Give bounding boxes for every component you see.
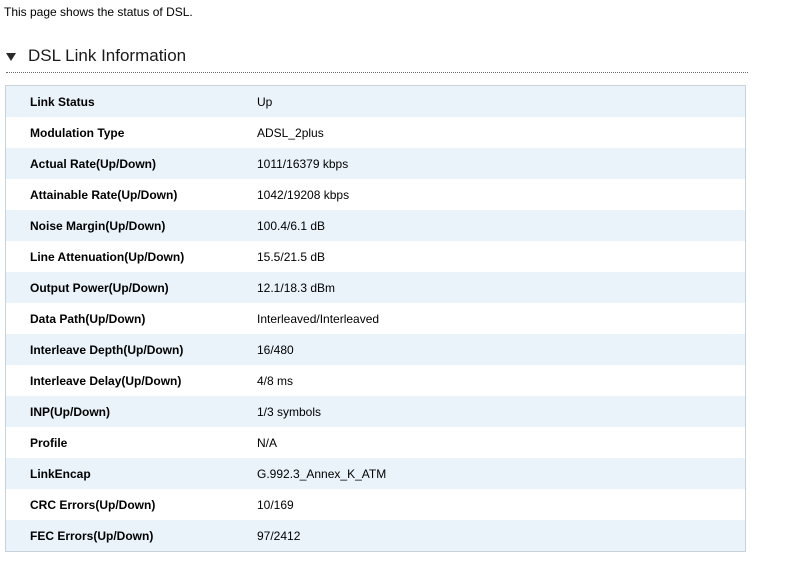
table-row: Data Path(Up/Down) Interleaved/Interleav… [5,303,746,334]
table-row: Actual Rate(Up/Down) 1011/16379 kbps [5,148,746,179]
row-value: 15.5/21.5 dB [257,241,746,272]
collapse-triangle-icon[interactable] [6,53,16,61]
row-value: G.992.3_Annex_K_ATM [257,458,746,489]
row-value: 1042/19208 kbps [257,179,746,210]
page-description: This page shows the status of DSL. [4,5,193,19]
table-row: FEC Errors(Up/Down) 97/2412 [5,520,746,552]
table-row: Output Power(Up/Down) 12.1/18.3 dBm [5,272,746,303]
row-label: FEC Errors(Up/Down) [5,520,257,552]
row-label: CRC Errors(Up/Down) [5,489,257,520]
row-label: Interleave Delay(Up/Down) [5,365,257,396]
row-label: Interleave Depth(Up/Down) [5,334,257,365]
table-row: INP(Up/Down) 1/3 symbols [5,396,746,427]
table-row: Line Attenuation(Up/Down) 15.5/21.5 dB [5,241,746,272]
table-row: LinkEncap G.992.3_Annex_K_ATM [5,458,746,489]
row-label: Data Path(Up/Down) [5,303,257,334]
row-value: ADSL_2plus [257,117,746,148]
table-row: Attainable Rate(Up/Down) 1042/19208 kbps [5,179,746,210]
row-value: 16/480 [257,334,746,365]
row-label: Noise Margin(Up/Down) [5,210,257,241]
row-value: N/A [257,427,746,458]
row-value: Interleaved/Interleaved [257,303,746,334]
row-label: Actual Rate(Up/Down) [5,148,257,179]
row-label: LinkEncap [5,458,257,489]
row-value: 10/169 [257,489,746,520]
row-value: 1/3 symbols [257,396,746,427]
table-row: Noise Margin(Up/Down) 100.4/6.1 dB [5,210,746,241]
table-row: Link Status Up [5,85,746,117]
row-value: 4/8 ms [257,365,746,396]
row-value: Up [257,85,746,117]
table-row: Interleave Depth(Up/Down) 16/480 [5,334,746,365]
row-label: Link Status [5,85,257,117]
row-value: 97/2412 [257,520,746,552]
row-label: Output Power(Up/Down) [5,272,257,303]
section-title: DSL Link Information [28,46,187,65]
row-label: Line Attenuation(Up/Down) [5,241,257,272]
table-row: CRC Errors(Up/Down) 10/169 [5,489,746,520]
table-row: Modulation Type ADSL_2plus [5,117,746,148]
row-value: 100.4/6.1 dB [257,210,746,241]
row-label: Modulation Type [5,117,257,148]
table-row: Profile N/A [5,427,746,458]
row-label: Attainable Rate(Up/Down) [5,179,257,210]
row-label: INP(Up/Down) [5,396,257,427]
row-value: 12.1/18.3 dBm [257,272,746,303]
dsl-info-table: Link Status Up Modulation Type ADSL_2plu… [5,85,746,552]
row-value: 1011/16379 kbps [257,148,746,179]
row-label: Profile [5,427,257,458]
table-row: Interleave Delay(Up/Down) 4/8 ms [5,365,746,396]
section-header-dsl-link-information: DSL Link Information [6,44,748,73]
